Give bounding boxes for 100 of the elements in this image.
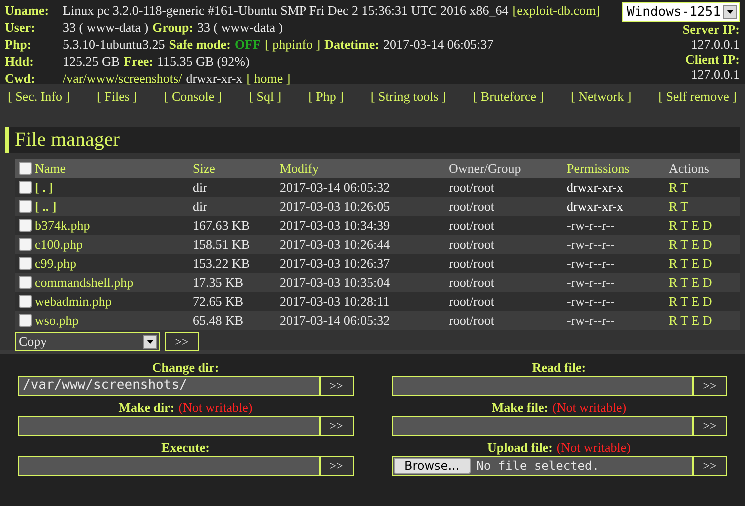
status-value: OFF [235,36,261,53]
checkbox[interactable] [18,257,32,270]
nav-link[interactable]: [ Files ] [97,88,138,124]
link[interactable]: /var/www/screenshots/ [63,70,182,87]
nav-link[interactable]: [ Sec. Info ] [8,88,70,124]
nav-link[interactable]: [ Php ] [308,88,344,124]
file-actions[interactable]: R T E D [669,236,712,254]
form-label: Execute: [162,440,210,456]
not-writable-note: (Not writable) [552,400,627,416]
nav-link[interactable]: [ Console ] [164,88,222,124]
input-field[interactable]: /var/www/screenshots/ [18,376,320,396]
action-select[interactable]: Copy [15,332,160,351]
file-input[interactable]: Browse... No file selected. [392,456,693,476]
form-label: Make file: [492,400,549,416]
file-owner: root/root [449,312,496,330]
dropdown-caret-icon [143,334,157,348]
file-actions[interactable]: R T E D [669,274,712,292]
input-field[interactable] [18,456,320,476]
file-name[interactable]: wso.php [35,312,193,330]
info-label: Free: [124,53,154,70]
input-field[interactable] [392,376,693,396]
file-permissions[interactable]: -rw-r--r-- [567,312,669,330]
nav-link[interactable]: [ String tools ] [370,88,446,124]
file-modified: 2017-03-03 10:26:37 [280,254,392,272]
file-actions[interactable]: R T [669,198,689,216]
info-value: 5.3.10-1ubuntu3.25 [63,36,166,53]
checkbox[interactable] [18,162,32,175]
file-modified: 2017-03-14 06:05:32 [280,178,392,196]
file-actions[interactable]: R T [669,178,689,196]
link[interactable]: [exploit-db.com] [512,2,600,19]
ip-label: Client IP: [685,52,740,67]
info-label: Uname: [5,2,50,19]
submit-button[interactable]: >> [320,376,354,396]
link[interactable]: [ phpinfo ] [265,36,321,53]
column-header[interactable]: Name [35,160,193,178]
submit-button[interactable]: >> [693,376,727,396]
nav-link[interactable]: [ Self remove ] [658,88,737,124]
checkbox[interactable] [18,295,32,308]
nav-link[interactable]: [ Network ] [571,88,632,124]
file-name[interactable]: commandshell.php [35,274,193,292]
checkbox[interactable] [18,200,32,213]
input-field[interactable] [392,416,693,436]
file-permissions[interactable]: -rw-r--r-- [567,254,669,272]
file-owner: root/root [449,254,496,272]
file-actions[interactable]: R T E D [669,254,712,272]
file-permissions[interactable]: -rw-r--r-- [567,236,669,254]
submit-button[interactable]: >> [693,416,727,436]
submit-button[interactable]: >> [693,456,727,476]
column-header[interactable]: Permissions [567,160,669,178]
file-permissions[interactable]: -rw-r--r-- [567,216,669,234]
file-modified: 2017-03-03 10:35:04 [280,274,392,292]
form-label: Upload file: [488,440,553,456]
column-header[interactable]: Size [193,160,280,178]
file-name[interactable]: c99.php [35,254,193,272]
file-size: dir [193,198,208,216]
charset-select[interactable]: Windows-1251 [622,2,740,22]
checkbox[interactable] [18,238,32,251]
checkbox[interactable] [18,314,32,327]
nav-link[interactable]: [ Bruteforce ] [473,88,544,124]
file-name[interactable]: [ . ] [35,178,193,196]
file-permissions[interactable]: drwxr-xr-x [567,198,669,216]
file-owner: root/root [449,198,496,216]
submit-button[interactable]: >> [320,456,354,476]
file-size: 158.51 KB [193,236,252,254]
file-permissions[interactable]: -rw-r--r-- [567,274,669,292]
checkbox[interactable] [18,181,32,194]
submit-button[interactable]: >> [320,416,354,436]
submit-button[interactable]: >> [165,332,199,351]
link[interactable]: [ home ] [246,70,291,87]
nav-link[interactable]: [ Sql ] [249,88,282,124]
file-size: 153.22 KB [193,254,252,272]
column-header: Actions [669,160,710,178]
browse-button[interactable]: Browse... [394,458,471,474]
file-actions[interactable]: R T E D [669,312,712,330]
info-label: Php: [5,36,33,53]
info-value: 2017-03-14 06:05:37 [383,36,494,53]
file-permissions[interactable]: -rw-r--r-- [567,292,669,310]
file-modified: 2017-03-14 06:05:32 [280,312,392,330]
column-header[interactable]: Modify [280,160,449,178]
form-label: Read file: [532,360,586,376]
input-field[interactable] [18,416,320,436]
file-permissions[interactable]: drwxr-xr-x [567,178,669,196]
not-writable-note: (Not writable) [556,440,631,456]
checkbox[interactable] [18,276,32,289]
file-size: 72.65 KB [193,292,245,310]
checkbox[interactable] [18,219,32,232]
file-name[interactable]: b374k.php [35,216,193,234]
file-name[interactable]: [ .. ] [35,198,193,216]
info-value: drwxr-xr-x [186,70,243,87]
info-label: Group: [152,19,194,36]
file-modified: 2017-03-03 10:34:39 [280,216,392,234]
info-label: Cwd: [5,70,36,87]
file-name[interactable]: webadmin.php [35,292,193,310]
file-actions[interactable]: R T E D [669,292,712,310]
file-actions[interactable]: R T E D [669,216,712,234]
file-status: No file selected. [476,458,600,475]
file-name[interactable]: c100.php [35,236,193,254]
info-label: Hdd: [5,53,35,70]
info-label: Safe mode: [169,36,231,53]
ip-label: Server IP: [682,22,740,37]
